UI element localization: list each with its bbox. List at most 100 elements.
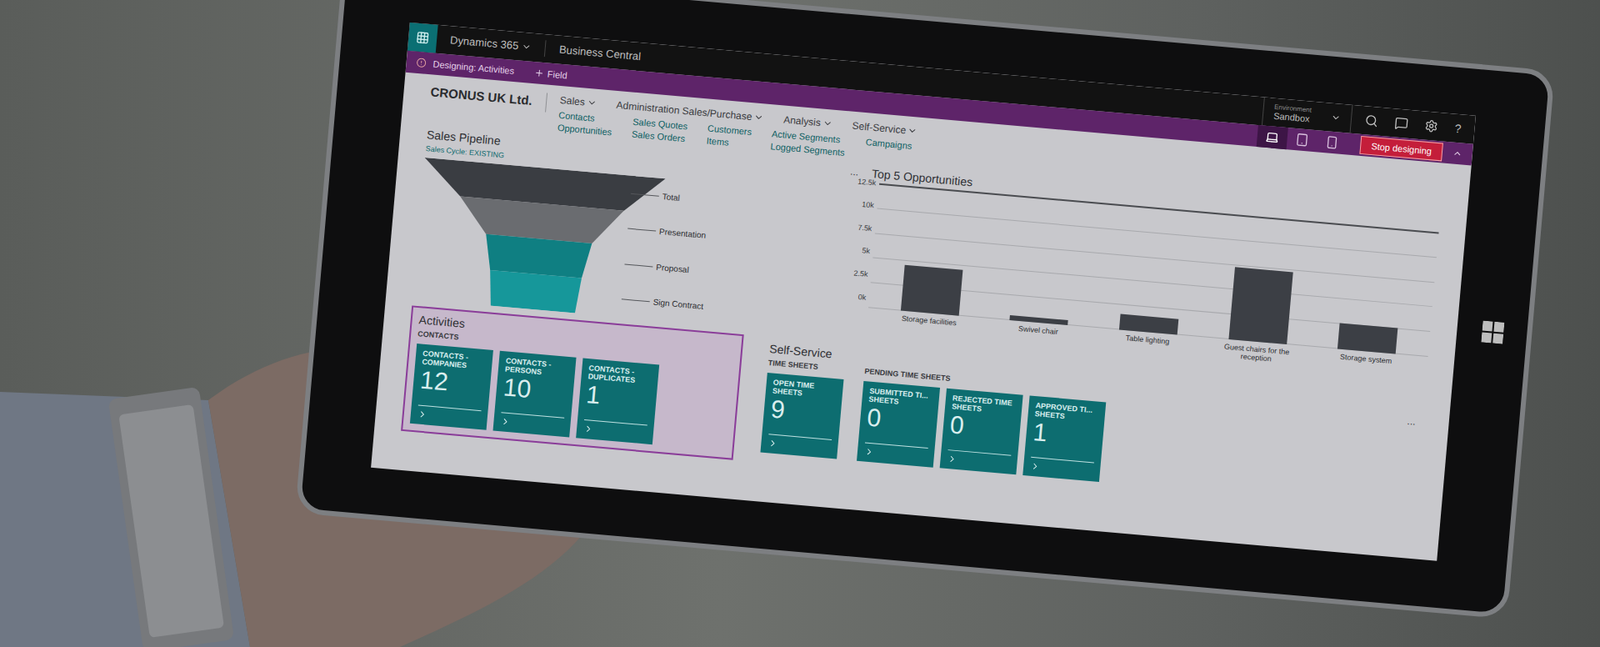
tile-count: 12 (419, 365, 485, 399)
y-tick: 12.5k (849, 175, 877, 188)
self-service-part: Self-ServiceTIME SHEETSOPEN TIME SHEETS9… (760, 336, 1425, 510)
nav-link-column: Active SegmentsLogged Segments (770, 127, 847, 159)
bar-chart: 12.5k10k7.5k5k2.5k0kStorage facilitiesSw… (836, 180, 1440, 377)
tile-count: 10 (502, 373, 569, 406)
x-label: Guest chairs for the reception (1218, 341, 1295, 365)
funnel-label: Sign Contract (620, 281, 705, 325)
laptop-icon (1265, 130, 1280, 145)
tablet-icon (1295, 132, 1310, 147)
tile-divider (418, 404, 482, 411)
funnel-chart: TotalPresentationProposalSign Contract (412, 157, 815, 333)
phone-icon (1325, 135, 1340, 150)
bar[interactable] (1119, 313, 1179, 335)
cue-tile[interactable]: OPEN TIME SHEETS9 (760, 372, 844, 460)
nav-menu[interactable]: Analysis (783, 111, 834, 131)
y-tick: 2.5k (840, 266, 869, 280)
chevron-down-icon (585, 97, 597, 109)
nav-link-column: Campaigns (865, 135, 913, 153)
chevron-icon (583, 423, 595, 435)
funnel-stage[interactable] (457, 196, 625, 247)
funnel-stage[interactable] (486, 270, 581, 314)
funnel-label: Proposal (623, 246, 709, 290)
design-icon (415, 57, 427, 69)
top-opportunities: ...Top 5 Opportunities12.5k10k7.5k5k2.5k… (835, 162, 1440, 388)
tile-count: 1 (585, 380, 651, 413)
tile-divider (948, 449, 1012, 456)
nav-link-column: Sales QuotesSales Orders (630, 115, 688, 145)
funnel-label: Presentation (625, 210, 711, 254)
cue-group: TIME SHEETSOPEN TIME SHEETS9 (760, 357, 845, 459)
chevron-down-icon (521, 41, 533, 53)
nav-link[interactable]: Opportunities (556, 121, 612, 139)
cue-group: PENDING TIME SHEETSSUBMITTED TI... SHEET… (856, 365, 1108, 482)
device-preview-button[interactable] (1256, 125, 1289, 150)
more-button[interactable]: ... (1400, 413, 1417, 509)
bar[interactable] (1010, 315, 1069, 325)
tile-divider (584, 419, 648, 426)
tile-divider (500, 411, 565, 419)
plus-icon (533, 67, 545, 79)
nav-menu[interactable]: Self-Service (851, 118, 919, 140)
product-name[interactable]: Dynamics 365 (435, 30, 547, 57)
cue-tile[interactable]: APPROVED TI... SHEETS1 (1022, 395, 1106, 482)
nav-link-column: ContactsOpportunities (556, 109, 614, 139)
funnel-graphic (412, 157, 666, 320)
chevron-icon (1030, 460, 1041, 472)
funnel-labels: TotalPresentationProposalSign Contract (620, 175, 715, 325)
x-label: Storage facilities (890, 312, 967, 336)
waffle-icon (415, 30, 430, 45)
add-field[interactable]: Field (533, 65, 568, 83)
plot-area (868, 182, 1440, 356)
search-icon[interactable] (1364, 113, 1379, 128)
sales-pipeline: Sales PipelineSales Cycle: EXISTINGTotal… (412, 125, 818, 334)
y-tick: 10k (846, 198, 875, 211)
collapse-icon[interactable] (1451, 148, 1463, 160)
app-name: Business Central (545, 40, 655, 67)
cue-tile[interactable]: CONTACTS - COMPANIES12 (410, 343, 494, 430)
bar[interactable] (900, 264, 964, 315)
grid-line (876, 208, 1437, 259)
device-preview-button[interactable] (1286, 127, 1319, 152)
y-tick: 0k (839, 290, 867, 303)
chevron-down-icon (753, 111, 765, 123)
tile-count: 9 (770, 395, 836, 428)
y-tick: 5k (843, 244, 871, 257)
x-label: Swivel chair (1000, 322, 1076, 346)
device-preview-button[interactable] (1316, 130, 1349, 155)
app-launcher[interactable] (407, 22, 439, 54)
stop-designing-button[interactable]: Stop designing (1360, 135, 1444, 162)
tablet-screen: Dynamics 365Business CentralEnvironmentS… (370, 22, 1476, 561)
bar[interactable] (1337, 322, 1398, 354)
tile-count: 0 (949, 410, 1015, 444)
activities-part[interactable]: ActivitiesCONTACTSCONTACTS - COMPANIES12… (400, 305, 745, 460)
nav-menu[interactable]: Sales (559, 92, 597, 111)
funnel-label: Total (629, 175, 715, 219)
windows-logo-icon (1480, 320, 1505, 344)
cue-tile[interactable]: CONTACTS - DUPLICATES1 (575, 357, 660, 445)
grid-line (879, 182, 1440, 234)
nav-link-column: CustomersItems (705, 122, 753, 151)
x-label: Storage system (1327, 350, 1404, 375)
cue-tile[interactable]: CONTACTS - PERSONS10 (493, 350, 577, 437)
chevron-icon (767, 437, 779, 449)
help-button[interactable]: ? (1454, 119, 1463, 138)
tile-divider (768, 433, 832, 440)
settings-icon[interactable] (1424, 119, 1439, 134)
cue-tile[interactable]: REJECTED TIME SHEETS0 (940, 387, 1024, 475)
tile-divider (865, 441, 929, 449)
nav-link[interactable]: Campaigns (865, 135, 913, 153)
y-axis: 12.5k 10k 7.5k 5k 2.5k 0k (839, 175, 880, 303)
tile-count: 0 (865, 403, 932, 436)
chevron-icon (500, 415, 511, 427)
photo: Dynamics 365Business CentralEnvironmentS… (0, 0, 1600, 647)
y-tick: 7.5k (845, 220, 873, 234)
tile-count: 1 (1031, 417, 1098, 450)
design-title: Designing: Activities (432, 56, 515, 78)
nav-link[interactable]: Items (705, 134, 751, 150)
bar[interactable] (1228, 267, 1293, 345)
chat-icon[interactable] (1394, 115, 1409, 130)
chevron-icon (946, 453, 958, 465)
chevron-down-icon (1330, 112, 1342, 124)
chevron-down-icon (907, 125, 919, 136)
cue-tile[interactable]: SUBMITTED TI... SHEETS0 (856, 380, 940, 468)
